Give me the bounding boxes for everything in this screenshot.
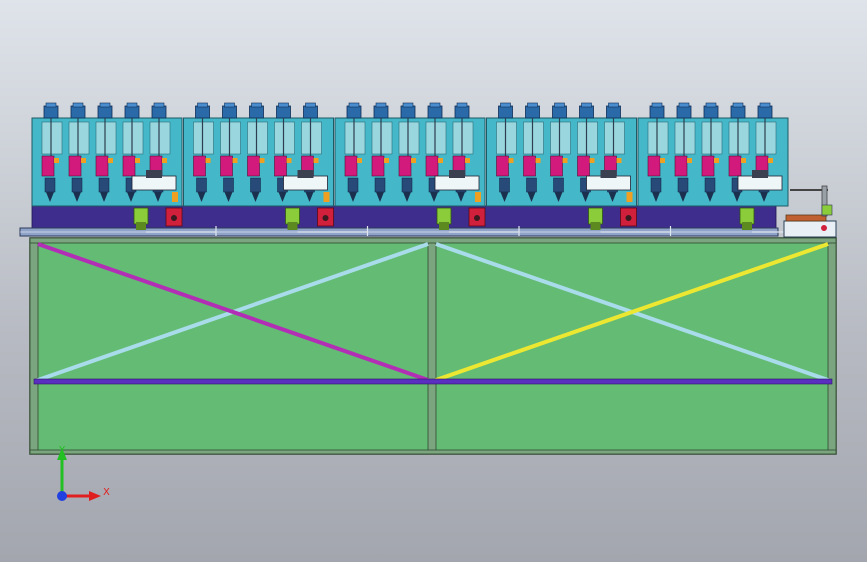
triad-y-label: Y — [59, 445, 66, 456]
coordinate-triad — [57, 448, 101, 501]
cad-viewport[interactable]: Y X — [0, 0, 867, 562]
z-axis-icon — [57, 491, 67, 501]
x-arrowhead-icon — [89, 491, 101, 501]
triad-x-label: X — [103, 487, 110, 498]
